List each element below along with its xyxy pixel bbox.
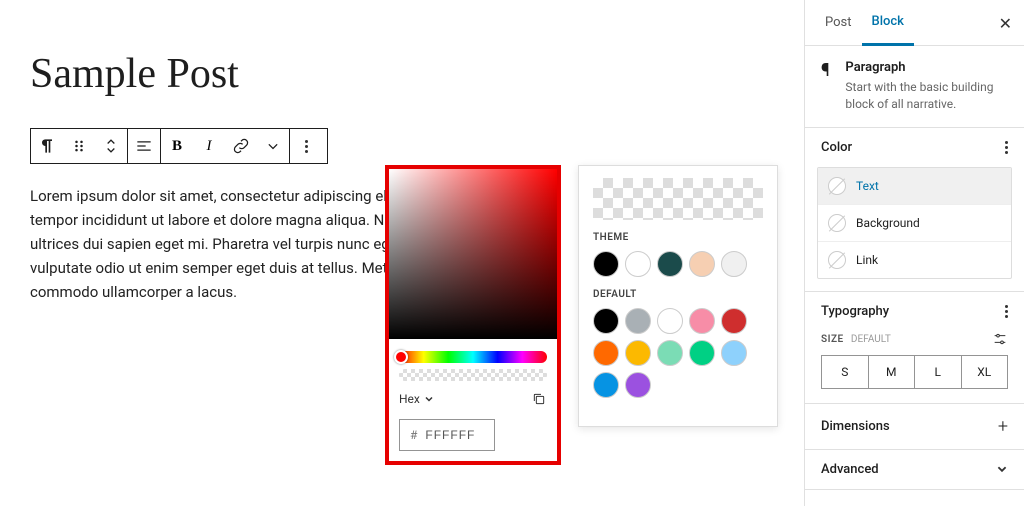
dimensions-panel-title: Dimensions bbox=[821, 419, 890, 434]
more-options-button[interactable] bbox=[290, 129, 322, 163]
chevron-down-icon bbox=[424, 394, 434, 404]
size-row-header: SIZE DEFAULT bbox=[805, 331, 1024, 355]
paragraph-icon bbox=[37, 136, 57, 156]
background-color-indicator bbox=[828, 214, 846, 232]
format-selector[interactable]: Hex bbox=[399, 392, 434, 406]
block-toolbar: B I bbox=[30, 128, 328, 164]
color-swatch[interactable] bbox=[625, 340, 651, 366]
bold-button[interactable]: B bbox=[161, 129, 193, 163]
theme-swatch-row bbox=[593, 251, 763, 277]
color-swatch[interactable] bbox=[689, 251, 715, 277]
advanced-panel: Advanced bbox=[805, 450, 1024, 490]
paragraph-icon: ¶ bbox=[821, 60, 833, 113]
more-format-button[interactable] bbox=[257, 129, 289, 163]
color-row-label: Background bbox=[856, 216, 920, 230]
move-button[interactable] bbox=[95, 129, 127, 163]
size-default: DEFAULT bbox=[851, 334, 891, 345]
color-swatch[interactable] bbox=[625, 372, 651, 398]
hex-input[interactable] bbox=[425, 428, 485, 442]
size-option[interactable]: L bbox=[915, 356, 962, 388]
align-button[interactable] bbox=[128, 129, 160, 163]
color-swatch[interactable] bbox=[689, 308, 715, 334]
advanced-panel-title: Advanced bbox=[821, 462, 879, 477]
inspector-sidebar: Post Block ✕ ¶ Paragraph Start with the … bbox=[804, 0, 1024, 506]
text-color-indicator bbox=[828, 177, 846, 195]
saturation-picker[interactable] bbox=[389, 169, 557, 339]
color-panel-header[interactable]: Color bbox=[805, 128, 1024, 167]
size-label: SIZE bbox=[821, 334, 844, 345]
color-row-text[interactable]: Text bbox=[818, 168, 1011, 205]
dimensions-panel: Dimensions + bbox=[805, 404, 1024, 450]
color-row-label: Link bbox=[856, 253, 878, 267]
size-option[interactable]: XL bbox=[962, 356, 1008, 388]
custom-color-picker: Hex # bbox=[385, 165, 561, 465]
color-row-link[interactable]: Link bbox=[818, 242, 1011, 278]
color-row-background[interactable]: Background bbox=[818, 205, 1011, 242]
color-row-label: Text bbox=[856, 179, 879, 193]
format-label: Hex bbox=[399, 392, 420, 406]
size-segmented-control: SMLXL bbox=[821, 355, 1008, 389]
color-swatch[interactable] bbox=[593, 340, 619, 366]
typography-panel-title: Typography bbox=[821, 304, 889, 319]
link-button[interactable] bbox=[225, 129, 257, 163]
block-subtitle: Start with the basic building block of a… bbox=[845, 79, 1008, 113]
size-option[interactable]: M bbox=[869, 356, 916, 388]
alpha-slider[interactable] bbox=[399, 369, 547, 381]
dimensions-panel-header[interactable]: Dimensions + bbox=[805, 404, 1024, 449]
chevron-down-icon bbox=[263, 136, 283, 156]
move-icon bbox=[101, 136, 121, 156]
color-swatch[interactable] bbox=[593, 372, 619, 398]
chevron-down-icon bbox=[996, 463, 1008, 475]
hex-input-wrapper: # bbox=[399, 419, 495, 451]
color-swatch[interactable] bbox=[721, 251, 747, 277]
align-left-icon bbox=[134, 136, 154, 156]
copy-icon[interactable] bbox=[531, 391, 547, 407]
color-panel: Color Text Background Link bbox=[805, 128, 1024, 292]
typography-panel: Typography SIZE DEFAULT SMLXL bbox=[805, 292, 1024, 404]
theme-heading: THEME bbox=[593, 232, 763, 243]
dots-vertical-icon[interactable] bbox=[1005, 141, 1008, 154]
block-title: Paragraph bbox=[845, 60, 1008, 75]
color-swatch[interactable] bbox=[625, 251, 651, 277]
link-color-indicator bbox=[828, 251, 846, 269]
link-icon bbox=[231, 136, 251, 156]
inspector-tabs: Post Block ✕ bbox=[805, 0, 1024, 46]
color-swatch[interactable] bbox=[657, 251, 683, 277]
advanced-panel-header[interactable]: Advanced bbox=[805, 450, 1024, 489]
italic-button[interactable]: I bbox=[193, 129, 225, 163]
tab-block[interactable]: Block bbox=[862, 0, 914, 46]
color-swatch[interactable] bbox=[593, 251, 619, 277]
color-rows: Text Background Link bbox=[817, 167, 1012, 279]
color-swatch[interactable] bbox=[657, 340, 683, 366]
typography-panel-header[interactable]: Typography bbox=[805, 292, 1024, 331]
drag-handle-button[interactable] bbox=[63, 129, 95, 163]
color-swatch[interactable] bbox=[593, 308, 619, 334]
paragraph-type-button[interactable] bbox=[31, 129, 63, 163]
hex-hash: # bbox=[410, 428, 417, 442]
color-panel-title: Color bbox=[821, 140, 852, 155]
color-swatch[interactable] bbox=[721, 308, 747, 334]
color-swatch[interactable] bbox=[689, 340, 715, 366]
post-title[interactable]: Sample Post bbox=[30, 50, 790, 98]
size-option[interactable]: S bbox=[822, 356, 869, 388]
dots-vertical-icon bbox=[305, 140, 308, 153]
hue-handle[interactable] bbox=[394, 350, 408, 364]
block-description: ¶ Paragraph Start with the basic buildin… bbox=[805, 46, 1024, 128]
close-inspector-button[interactable]: ✕ bbox=[999, 14, 1012, 33]
default-heading: DEFAULT bbox=[593, 289, 763, 300]
plus-icon[interactable]: + bbox=[998, 416, 1008, 437]
drag-icon bbox=[69, 136, 89, 156]
dots-vertical-icon[interactable] bbox=[1005, 305, 1008, 318]
color-swatch-popover: THEME DEFAULT bbox=[578, 165, 778, 427]
hue-slider[interactable] bbox=[399, 351, 547, 363]
settings-icon[interactable] bbox=[992, 331, 1008, 347]
tab-post[interactable]: Post bbox=[815, 1, 862, 44]
default-swatch-row bbox=[593, 308, 763, 398]
color-swatch[interactable] bbox=[657, 308, 683, 334]
color-swatch[interactable] bbox=[625, 308, 651, 334]
color-swatch[interactable] bbox=[721, 340, 747, 366]
transparent-swatch[interactable] bbox=[593, 178, 763, 220]
